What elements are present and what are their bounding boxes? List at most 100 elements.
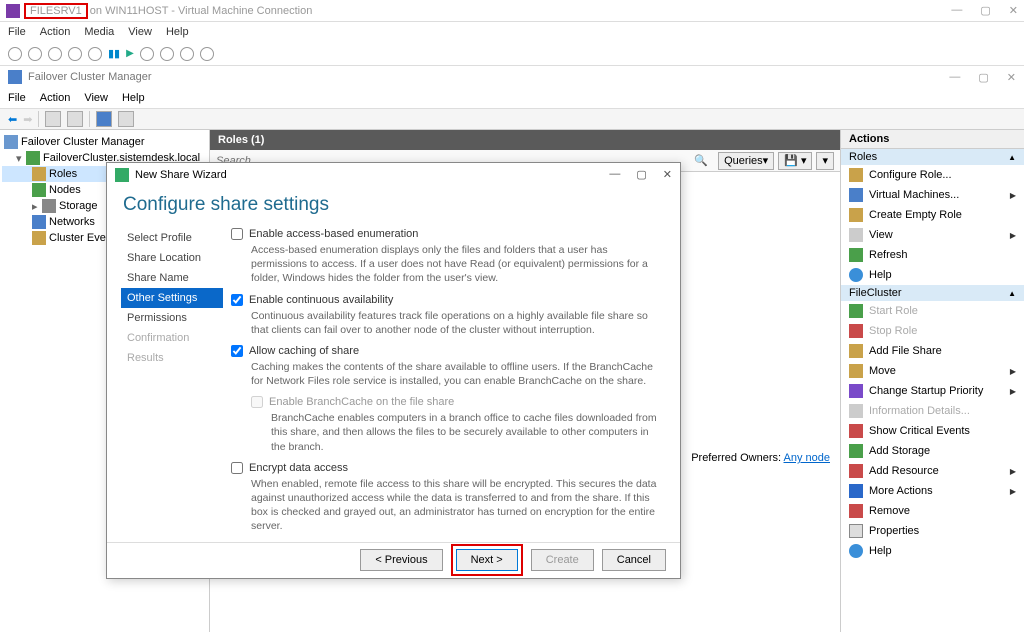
opt-encrypt[interactable]: Encrypt data access [231, 462, 662, 474]
help-icon[interactable] [96, 111, 112, 127]
opt-access-enum[interactable]: Enable access-based enumeration [231, 228, 662, 240]
action-icon [849, 444, 863, 458]
play-icon[interactable]: ▶ [126, 48, 134, 59]
vm-toolbar: ▮▮ ▶ [0, 42, 1024, 66]
search-icon[interactable]: 🔍 [694, 154, 708, 167]
action-add-resource[interactable]: Add Resource▶ [841, 461, 1024, 481]
new-share-wizard: New Share Wizard — ▢ ✕ Configure share s… [106, 162, 681, 579]
separator [38, 111, 39, 127]
action-properties[interactable]: Properties [841, 521, 1024, 541]
wiz-nav-location[interactable]: Share Location [121, 248, 223, 268]
previous-button[interactable]: < Previous [360, 549, 442, 571]
opt-continuous[interactable]: Enable continuous availability [231, 294, 662, 306]
checkbox-access-enum[interactable] [231, 228, 243, 240]
back-icon[interactable]: ⬅ [8, 113, 17, 126]
wizard-minimize-icon[interactable]: — [609, 168, 620, 181]
minimize-icon[interactable]: — [951, 4, 962, 17]
action-icon [849, 248, 863, 262]
queries-button[interactable]: Queries ▾ [718, 152, 774, 170]
toolbar-ico-2[interactable] [67, 111, 83, 127]
action-icon [849, 188, 863, 202]
action-icon [849, 364, 863, 378]
toolbar-btn-5[interactable] [88, 47, 102, 61]
vm-menu-view[interactable]: View [128, 26, 152, 38]
opt-caching[interactable]: Allow caching of share [231, 345, 662, 357]
preferred-owners-link[interactable]: Any node [784, 452, 830, 464]
toolbar-btn-1[interactable] [8, 47, 22, 61]
app-minimize-icon[interactable]: — [949, 71, 960, 84]
vm-menu-action[interactable]: Action [40, 26, 71, 38]
app-menu-view[interactable]: View [84, 92, 108, 104]
preferred-owners: Preferred Owners: Any node [691, 452, 830, 464]
action-icon [849, 168, 863, 182]
wiz-nav-other[interactable]: Other Settings [121, 288, 223, 308]
checkbox-caching[interactable] [231, 345, 243, 357]
app-menu-action[interactable]: Action [40, 92, 71, 104]
toolbar-ico-3[interactable] [118, 111, 134, 127]
app-menu-file[interactable]: File [8, 92, 26, 104]
action-icon [849, 208, 863, 222]
action-create-empty-role[interactable]: Create Empty Role [841, 205, 1024, 225]
actions-section-filecluster[interactable]: FileCluster▲ [841, 285, 1024, 301]
toolbar-btn-8[interactable] [180, 47, 194, 61]
action-change-startup-priority[interactable]: Change Startup Priority▶ [841, 381, 1024, 401]
app-titlebar: Failover Cluster Manager — ▢ ✕ [0, 66, 1024, 88]
toolbar-ico-1[interactable] [45, 111, 61, 127]
opt-branchcache[interactable]: Enable BranchCache on the file share [251, 396, 662, 408]
actions-section-roles[interactable]: Roles▲ [841, 149, 1024, 165]
action-remove[interactable]: Remove [841, 501, 1024, 521]
next-highlight: Next > [451, 544, 523, 576]
action-virtual-machines-[interactable]: Virtual Machines...▶ [841, 185, 1024, 205]
cancel-button[interactable]: Cancel [602, 549, 666, 571]
action-refresh[interactable]: Refresh [841, 245, 1024, 265]
wizard-close-icon[interactable]: ✕ [663, 168, 672, 181]
toolbar-btn-6[interactable] [140, 47, 154, 61]
toolbar-btn-9[interactable] [200, 47, 214, 61]
wizard-buttons: < Previous Next > Create Cancel [107, 542, 680, 578]
wizard-maximize-icon[interactable]: ▢ [636, 168, 646, 181]
opt-encrypt-desc: When enabled, remote file access to this… [231, 477, 662, 534]
action-help[interactable]: Help [841, 541, 1024, 561]
action-start-role: Start Role [841, 301, 1024, 321]
chevron-right-icon: ▶ [1010, 487, 1016, 496]
app-icon [8, 70, 22, 84]
toolbar-btn-4[interactable] [68, 47, 82, 61]
action-configure-role-[interactable]: Configure Role... [841, 165, 1024, 185]
action-view[interactable]: View▶ [841, 225, 1024, 245]
wiz-nav-name[interactable]: Share Name [121, 268, 223, 288]
vm-menu-media[interactable]: Media [84, 26, 114, 38]
maximize-icon[interactable]: ▢ [980, 4, 990, 17]
wizard-titlebar: New Share Wizard — ▢ ✕ [107, 163, 680, 186]
toolbar-btn-2[interactable] [28, 47, 42, 61]
action-add-storage[interactable]: Add Storage [841, 441, 1024, 461]
close-icon[interactable]: ✕ [1009, 4, 1018, 17]
vm-titlebar: FILESRV1 on WIN11HOST - Virtual Machine … [0, 0, 1024, 22]
app-menu-help[interactable]: Help [122, 92, 145, 104]
action-show-critical-events[interactable]: Show Critical Events [841, 421, 1024, 441]
app-close-icon[interactable]: ✕ [1007, 71, 1016, 84]
chevron-right-icon: ▶ [1010, 367, 1016, 376]
action-help[interactable]: Help [841, 265, 1024, 285]
forward-icon[interactable]: ➡ [23, 113, 32, 126]
checkbox-encrypt[interactable] [231, 462, 243, 474]
wiz-nav-profile[interactable]: Select Profile [121, 228, 223, 248]
wizard-nav: Select Profile Share Location Share Name… [107, 228, 223, 541]
toolbar-btn-7[interactable] [160, 47, 174, 61]
toolbar-btn-3[interactable] [48, 47, 62, 61]
checkbox-continuous[interactable] [231, 294, 243, 306]
action-add-file-share[interactable]: Add File Share [841, 341, 1024, 361]
vm-menu-help[interactable]: Help [166, 26, 189, 38]
filter-button[interactable]: ▾ [816, 152, 834, 170]
next-button[interactable]: Next > [456, 549, 518, 571]
action-more-actions[interactable]: More Actions▶ [841, 481, 1024, 501]
pause-icon[interactable]: ▮▮ [108, 47, 120, 60]
vm-menu-file[interactable]: File [8, 26, 26, 38]
app-maximize-icon[interactable]: ▢ [978, 71, 988, 84]
tree-root[interactable]: Failover Cluster Manager [2, 134, 207, 150]
opt-continuous-desc: Continuous availability features track f… [231, 309, 662, 337]
chevron-right-icon: ▶ [1010, 191, 1016, 200]
vm-icon [6, 4, 20, 18]
wiz-nav-permissions[interactable]: Permissions [121, 308, 223, 328]
save-button[interactable]: 💾 ▾ [778, 152, 812, 170]
action-move[interactable]: Move▶ [841, 361, 1024, 381]
